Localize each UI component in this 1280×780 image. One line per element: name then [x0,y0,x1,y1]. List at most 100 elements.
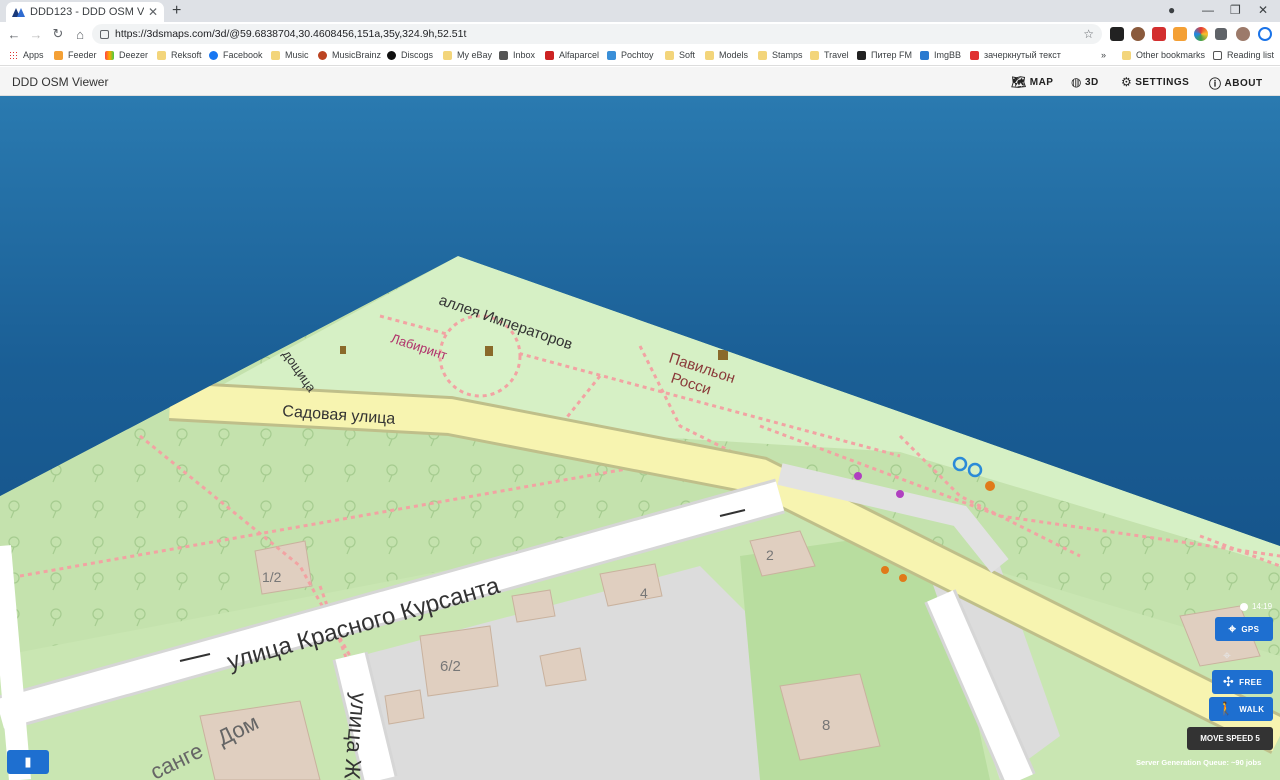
extension-icon[interactable] [1194,27,1208,41]
map-tile [0,256,1280,780]
globe-icon: ◍ [1071,75,1082,89]
inbox-icon [499,50,508,60]
monument-icon [485,346,493,356]
button-label: GPS [1241,624,1260,634]
facebook-icon [209,50,218,60]
puzzle-icon[interactable] [1215,28,1227,40]
gps-button[interactable]: ⌖ GPS [1215,617,1273,641]
gear-icon: ⚙ [1121,75,1133,89]
folder-icon [443,50,452,60]
bookmark-item[interactable]: Stamps [758,50,803,60]
bookmark-item[interactable]: MusicBrainz [318,50,381,60]
monument-icon [718,350,728,360]
folder-icon [665,50,674,60]
avatar[interactable] [1236,27,1250,41]
bookmark-item[interactable]: My eBay [443,50,492,60]
bookmark-label: зачеркнутый текст [984,50,1061,60]
bookmark-item[interactable]: Питер FM [857,50,912,60]
bookmark-item[interactable]: Music [271,50,309,60]
menu-label: ABOUT [1224,78,1263,89]
house-number: 8 [822,717,830,734]
clock-icon [1240,602,1248,611]
bookmark-apps[interactable]: Apps [9,50,44,60]
move-speed-button[interactable]: MOVE SPEED 5 [1187,727,1273,750]
folder-icon [810,50,819,60]
other-bookmarks[interactable]: Other bookmarks [1122,50,1205,60]
bookmark-item[interactable]: ImgBB [920,50,961,60]
map-icon: ▮ [24,754,32,769]
lock-icon [100,29,109,39]
map-3d-scene[interactable]: аллея Императоров Лабиринт Павильон Росс… [0,96,1280,780]
clock: 14:19 [1240,602,1272,611]
extension-icon[interactable] [1110,27,1124,41]
bookmark-item[interactable]: Inbox [499,50,535,60]
restore-icon[interactable]: ❐ [1230,3,1241,17]
map-viewport[interactable]: аллея Императоров Лабиринт Павильон Росс… [0,96,1280,780]
walk-mode-button[interactable]: 🚶 WALK [1209,697,1273,721]
browser-toolbar: ← → ↻ ⌂ https://3dsmaps.com/3d/@59.68387… [0,22,1280,46]
menu-about[interactable]: ⓘ ABOUT [1209,75,1263,92]
tab-close-icon[interactable]: ✕ [148,5,158,19]
menu-3d[interactable]: ◍ 3D [1071,75,1099,89]
back-icon[interactable]: ← [3,27,25,42]
bookmark-item[interactable]: Feeder [54,50,97,60]
bookmark-item[interactable]: Facebook [209,50,263,60]
folder-icon [705,50,714,60]
home-icon[interactable]: ⌂ [69,27,91,42]
bookmark-label: Alfaparcel [559,50,600,60]
bookmark-star-icon[interactable]: ☆ [1083,27,1094,41]
bookmark-label: Facebook [223,50,263,60]
close-window-icon[interactable]: ✕ [1258,3,1268,17]
imgbb-icon [920,50,929,60]
bookmark-item[interactable]: Pochtoy [607,50,654,60]
folder-icon [758,50,767,60]
extension-icon[interactable] [1152,27,1166,41]
bookmark-label: Music [285,50,309,60]
browser-tab[interactable]: DDD123 - DDD OSM Viewer ✕ [6,2,164,22]
strike-text-icon [970,50,979,60]
bookmark-item[interactable]: Soft [665,50,695,60]
bookmark-item[interactable]: Reksoft [157,50,202,60]
bookmark-item[interactable]: Models [705,50,748,60]
app-title: DDD OSM Viewer [12,75,109,89]
bookmark-label: My eBay [457,50,493,60]
more-bookmarks-button[interactable]: » [1101,50,1106,60]
forward-icon[interactable]: → [25,27,47,42]
clock-text: 14:19 [1252,602,1273,611]
address-bar[interactable]: https://3dsmaps.com/3d/@59.6838704,30.46… [92,24,1102,44]
bookmark-item[interactable]: зачеркнутый текст [970,50,1061,60]
monument-icon [340,346,346,354]
bookmark-label: Apps [23,50,44,60]
menu-settings[interactable]: ⚙ SETTINGS [1121,75,1189,89]
bookmark-item[interactable]: Deezer [105,50,148,60]
folder-icon [157,50,166,60]
house-number: 4 [640,585,648,601]
map-toggle-button[interactable]: ▮ [7,750,49,774]
reload-icon[interactable]: ↻ [47,26,69,42]
free-mode-button[interactable]: ✣ FREE [1212,670,1273,694]
piter-fm-icon [857,50,866,60]
menu-map[interactable]: 🗺 MAP [1011,75,1053,89]
walk-icon: 🚶 [1217,701,1235,716]
bookmark-item[interactable]: Discogs [387,50,433,60]
bookmark-item[interactable]: Travel [810,50,849,60]
apps-grid-icon [9,50,18,60]
bookmark-label: Stamps [772,50,803,60]
new-tab-button[interactable]: + [172,2,181,20]
minimize-icon[interactable]: — [1202,3,1214,17]
kebab-menu-icon[interactable] [1258,27,1272,41]
bookmark-label: Soft [679,50,696,60]
browser-tab-strip: DDD123 - DDD OSM Viewer ✕ + ● — ❐ ✕ [0,0,1280,22]
reading-list[interactable]: Reading list [1213,50,1274,60]
menu-label: MAP [1029,76,1054,88]
button-label: FREE [1239,677,1263,687]
tab-title: DDD123 - DDD OSM Viewer [30,6,144,18]
extension-icon[interactable] [1131,27,1145,41]
bookmark-item[interactable]: Alfaparcel [545,50,599,60]
bookmark-label: Travel [824,50,849,60]
house-number: 1/2 [262,569,282,585]
profile-menu-icon[interactable]: ● [1168,3,1175,17]
map-icon: 🗺 [1011,75,1027,89]
rss-icon[interactable] [1173,27,1187,41]
crosshair-icon: ⌖ [1228,621,1237,636]
